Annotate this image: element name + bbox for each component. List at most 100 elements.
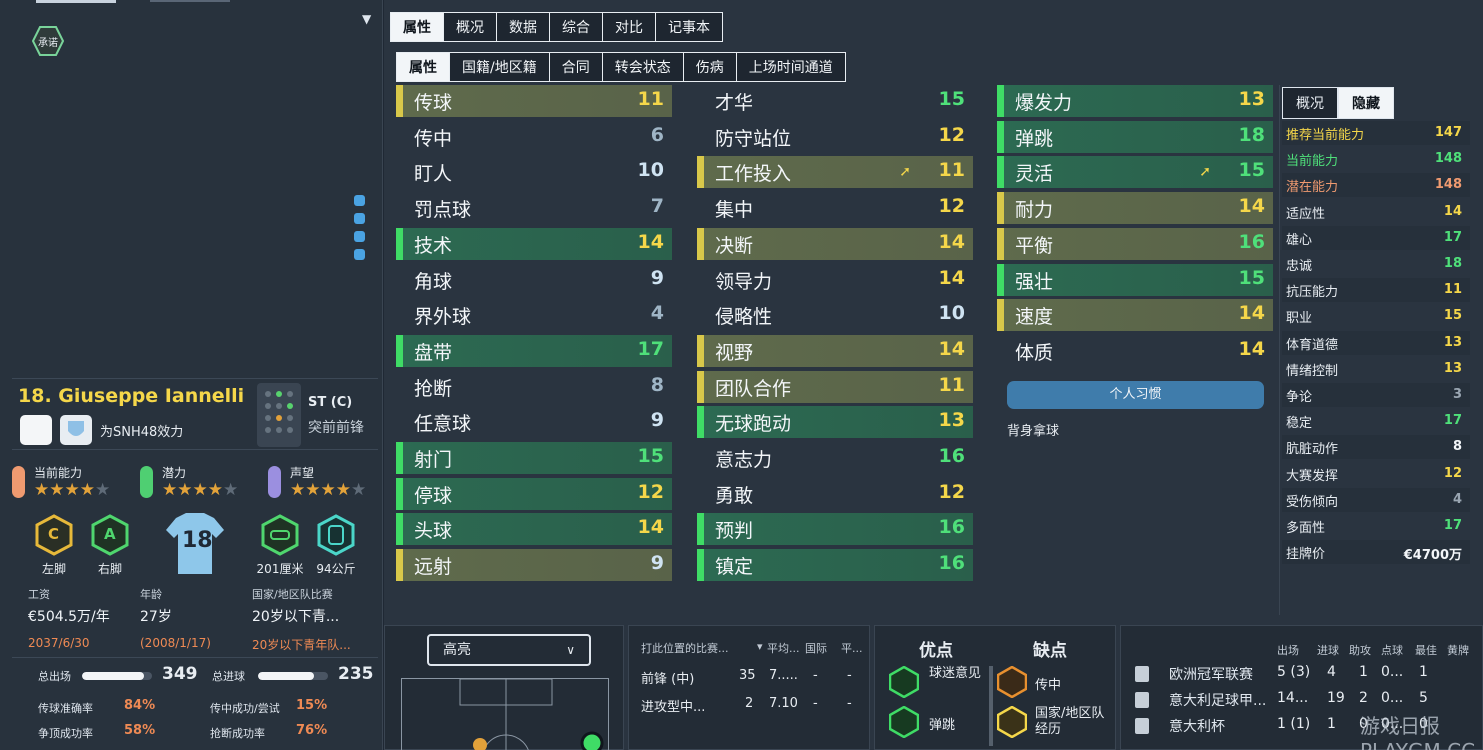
tab-tabs2-0[interactable]: 属性 xyxy=(396,52,450,82)
hidden-attr-row[interactable]: 挂牌价 €4700万 xyxy=(1282,540,1470,565)
col-header[interactable]: 助攻 xyxy=(1349,642,1371,658)
tab-overview[interactable]: 概况 xyxy=(1282,87,1338,119)
attribute-row[interactable]: 决断 14 xyxy=(697,227,973,260)
competition-name[interactable]: 意大利足球甲... xyxy=(1169,690,1266,710)
tab-hidden[interactable]: 隐藏 xyxy=(1338,87,1394,119)
chevron-down-icon[interactable]: ▼ xyxy=(362,12,371,26)
sort-icon[interactable]: ▾ xyxy=(757,640,763,653)
hidden-attr-row[interactable]: 推荐当前能力 147 xyxy=(1282,121,1470,145)
col-header[interactable]: 出场 xyxy=(1277,642,1299,658)
apps-value: 349 xyxy=(162,664,198,684)
hidden-attr-row[interactable]: 当前能力 148 xyxy=(1282,147,1470,171)
hidden-attr-row[interactable]: 肮脏动作 8 xyxy=(1282,435,1470,460)
attribute-row[interactable]: 工作投入 11 ➚ xyxy=(697,156,973,189)
col-header[interactable]: 平... xyxy=(841,640,863,656)
attribute-row[interactable]: 抢断 8 xyxy=(396,371,672,403)
tab-tabs2-3[interactable]: 转会状态 xyxy=(601,52,684,82)
hidden-attr-row[interactable]: 情绪控制 13 xyxy=(1282,357,1470,381)
attribute-row[interactable]: 界外球 4 xyxy=(396,299,672,331)
attribute-row[interactable]: 镇定 16 xyxy=(697,549,973,582)
pledge-label: 承诺 xyxy=(38,38,58,49)
attribute-row[interactable]: 领导力 14 xyxy=(697,264,973,296)
attribute-row[interactable]: 弹跳 18 xyxy=(997,120,1273,153)
tab-tabs1-4[interactable]: 对比 xyxy=(602,12,656,42)
hidden-attr-row[interactable]: 职业 15 xyxy=(1282,304,1470,328)
hidden-attr-row[interactable]: 争论 3 xyxy=(1282,383,1470,407)
hidden-attr-row[interactable]: 雄心 17 xyxy=(1282,225,1470,250)
attribute-row[interactable]: 传中 6 xyxy=(396,121,672,153)
weaknesses-title: 缺点 xyxy=(1033,641,1067,661)
tab-indicator[interactable] xyxy=(36,0,116,3)
tab-indicator-2[interactable] xyxy=(150,0,230,2)
attribute-name: 爆发力 xyxy=(1015,92,1073,114)
attribute-row[interactable]: 勇敢 12 xyxy=(697,478,973,510)
col-header[interactable]: 进球 xyxy=(1317,642,1339,658)
player-team[interactable]: 为SNH48效力 xyxy=(100,421,183,440)
attribute-row[interactable]: 预判 16 xyxy=(697,513,973,546)
attribute-row[interactable]: 射门 15 xyxy=(396,442,672,474)
attribute-row[interactable]: 任意球 9 xyxy=(396,406,672,438)
attribute-row[interactable]: 传球 11 xyxy=(396,85,672,117)
hidden-attr-row[interactable]: 体育道德 13 xyxy=(1282,330,1470,355)
attribute-row[interactable]: 盯人 10 xyxy=(396,156,672,188)
attribute-row[interactable]: 集中 12 xyxy=(697,192,973,224)
hidden-attr-row[interactable]: 受伤倾向 4 xyxy=(1282,487,1470,512)
attribute-row[interactable]: 停球 12 xyxy=(396,477,672,510)
hidden-attr-row[interactable]: 抗压能力 11 xyxy=(1282,278,1470,303)
attribute-row[interactable]: 团队合作 11 xyxy=(697,370,973,403)
highlight-dropdown[interactable]: 高亮 ∨ xyxy=(427,634,591,666)
attribute-row[interactable]: 爆发力 13 xyxy=(997,85,1273,117)
col-header[interactable]: 国际 xyxy=(805,640,827,656)
attribute-row[interactable]: 盘带 17 xyxy=(396,334,672,367)
hidden-attr-row[interactable]: 适应性 14 xyxy=(1282,200,1470,224)
col-header[interactable]: 最佳 xyxy=(1415,642,1437,658)
hidden-attr-row[interactable]: 大赛发挥 12 xyxy=(1282,462,1470,486)
attribute-row[interactable]: 才华 15 xyxy=(697,85,973,117)
attribute-row[interactable]: 技术 14 xyxy=(396,227,672,260)
attribute-row[interactable]: 头球 14 xyxy=(396,513,672,546)
tab-tabs2-4[interactable]: 伤病 xyxy=(682,52,737,82)
competition-name[interactable]: 意大利杯 xyxy=(1169,716,1225,736)
reputation-rating: 声望 ★★★★★ xyxy=(268,462,388,502)
club-crest-icon[interactable] xyxy=(60,415,92,445)
col-header[interactable]: 平均... xyxy=(767,640,800,656)
tab-tabs2-1[interactable]: 国籍/地区籍 xyxy=(449,52,550,82)
pledge-badge[interactable]: 承诺 xyxy=(31,26,65,56)
attribute-row[interactable]: 意志力 16 xyxy=(697,442,973,474)
attribute-row[interactable]: 远射 9 xyxy=(396,549,672,582)
attribute-name: 无球跑动 xyxy=(715,413,792,436)
col-header[interactable]: 点球 xyxy=(1381,642,1403,658)
attribute-row[interactable]: 速度 14 xyxy=(997,299,1273,332)
attribute-row[interactable]: 罚点球 7 xyxy=(396,192,672,224)
tab-tabs2-2[interactable]: 合同 xyxy=(548,52,603,82)
attribute-row[interactable]: 视野 14 xyxy=(697,334,973,367)
panel-dots[interactable] xyxy=(354,195,366,267)
hidden-attr-row[interactable]: 潜在能力 148 xyxy=(1282,173,1470,198)
attribute-row[interactable]: 强壮 15 xyxy=(997,263,1273,296)
attribute-row[interactable]: 耐力 14 xyxy=(997,192,1273,225)
attribute-value: 8 xyxy=(650,373,664,396)
attribute-row[interactable]: 侵略性 10 xyxy=(697,299,973,331)
attribute-marker xyxy=(396,227,403,260)
col-header[interactable]: 黄牌 xyxy=(1447,642,1469,658)
tab-tabs1-1[interactable]: 概况 xyxy=(443,12,497,42)
attribute-row[interactable]: 体质 14 xyxy=(997,335,1273,367)
hidden-attr-row[interactable]: 多面性 17 xyxy=(1282,514,1470,538)
tab-tabs1-5[interactable]: 记事本 xyxy=(655,12,723,42)
attribute-row[interactable]: 防守站位 12 xyxy=(697,121,973,153)
col-header[interactable]: 打此位置的比赛... xyxy=(641,640,729,656)
tab-tabs1-2[interactable]: 数据 xyxy=(496,12,550,42)
tab-tabs2-5[interactable]: 上场时间通道 xyxy=(735,52,846,82)
personal-habits-button[interactable]: 个人习惯 xyxy=(1007,381,1264,409)
attribute-row[interactable]: 平衡 16 xyxy=(997,227,1273,260)
hidden-attr-row[interactable]: 忠诚 18 xyxy=(1282,252,1470,276)
competition-name[interactable]: 欧洲冠军联赛 xyxy=(1169,664,1253,684)
attribute-value: 14 xyxy=(938,337,965,360)
hidden-attr-row[interactable]: 稳定 17 xyxy=(1282,409,1470,433)
attribute-row[interactable]: 无球跑动 13 xyxy=(697,406,973,439)
tab-tabs1-0[interactable]: 属性 xyxy=(390,12,444,42)
attribute-row[interactable]: 角球 9 xyxy=(396,264,672,296)
scrollbar[interactable] xyxy=(989,666,993,746)
tab-tabs1-3[interactable]: 综合 xyxy=(549,12,603,42)
attribute-row[interactable]: 灵活 15 ➚ xyxy=(997,156,1273,189)
